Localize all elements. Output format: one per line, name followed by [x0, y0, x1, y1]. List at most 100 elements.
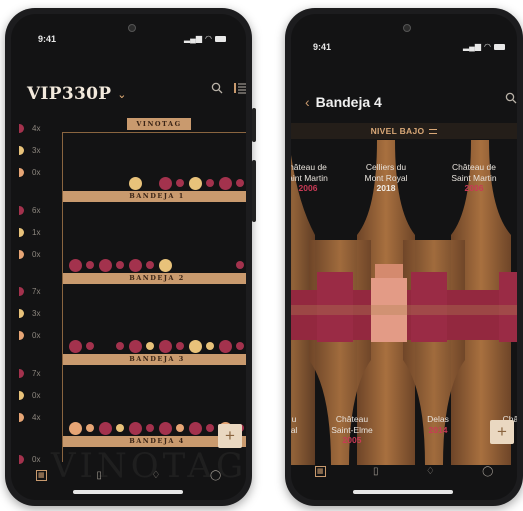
count-row: 3x: [19, 309, 40, 318]
signal-icon: ▂▄▆: [184, 34, 203, 43]
wine-label[interactable]: Delas 2014: [405, 414, 471, 435]
bottle-marker[interactable]: [129, 259, 142, 272]
cellar-selector[interactable]: VIP330P ⌄: [27, 84, 127, 104]
bottle-marker[interactable]: [176, 179, 184, 187]
bottle-marker[interactable]: [69, 259, 82, 272]
level-menu-icon: [429, 128, 438, 134]
count-value: 6x: [32, 206, 41, 215]
bottle-marker[interactable]: [189, 340, 202, 353]
bottle-marker[interactable]: [176, 424, 184, 432]
wine-type-icon: [19, 369, 24, 378]
search-icon[interactable]: [505, 92, 517, 107]
search-icon[interactable]: [211, 82, 223, 97]
bottle-marker[interactable]: [206, 342, 214, 350]
count-value: 3x: [32, 146, 41, 155]
bottle-marker[interactable]: [86, 261, 94, 269]
bottle-marker[interactable]: [116, 424, 124, 432]
wine-label[interactable]: Château de Saint Martin 2006: [441, 162, 507, 194]
bottle-marker[interactable]: [189, 422, 202, 435]
bottle-marker[interactable]: [159, 422, 172, 435]
status-icons: ▂▄▆ ◠: [463, 42, 505, 51]
bottle-marker[interactable]: [159, 340, 172, 353]
count-value: 7x: [32, 287, 41, 296]
shelf-label[interactable]: BANDEJA 2: [63, 273, 246, 284]
count-value: 3x: [32, 309, 41, 318]
bottle-marker[interactable]: [129, 340, 142, 353]
wifi-icon: ◠: [205, 34, 212, 43]
bottle-marker[interactable]: [176, 342, 184, 350]
cellar-icon[interactable]: ▦: [314, 465, 326, 477]
bottle-marker[interactable]: [159, 177, 172, 190]
wifi-icon: ◠: [484, 42, 491, 51]
brand-label: VINOTAG: [127, 118, 191, 130]
wine-label[interactable]: Château Saint-Elme 2005: [319, 414, 385, 446]
bottle-marker[interactable]: [99, 422, 112, 435]
bottle-marker[interactable]: [159, 259, 172, 272]
level-label: NIVEL BAJO: [370, 126, 425, 136]
count-value: 0x: [32, 391, 41, 400]
count-value: 0x: [32, 168, 41, 177]
bottle-icon[interactable]: ▯: [96, 470, 102, 481]
bottle-icon[interactable]: ▯: [373, 466, 379, 477]
count-value: 0x: [32, 250, 41, 259]
bottle-marker[interactable]: [69, 340, 82, 353]
level-selector[interactable]: NIVEL BAJO: [291, 123, 517, 139]
add-bottle-button[interactable]: +: [218, 424, 242, 448]
wine-label[interactable]: Celliers du Mont Royal 2018: [353, 162, 419, 194]
shelf-label[interactable]: BANDEJA 1: [63, 191, 246, 202]
bottle-marker[interactable]: [86, 424, 94, 432]
bottle-marker[interactable]: [99, 259, 112, 272]
chevron-left-icon: ‹: [305, 94, 310, 110]
bottle-marker[interactable]: [236, 261, 244, 269]
bottle-marker[interactable]: [69, 422, 82, 435]
bottle-marker[interactable]: [219, 340, 232, 353]
bottle-marker[interactable]: [236, 179, 244, 187]
bottle-marker[interactable]: [206, 424, 214, 432]
bottle-marker[interactable]: [236, 342, 244, 350]
cellar-icon[interactable]: ▦: [35, 469, 47, 481]
bottle-marker[interactable]: [189, 177, 202, 190]
shelf-label[interactable]: BANDEJA 3: [63, 354, 246, 365]
bottle-marker[interactable]: [146, 424, 154, 432]
user-icon[interactable]: ◯: [482, 466, 493, 477]
bottle-marker[interactable]: [129, 422, 142, 435]
bottle-marker[interactable]: [219, 177, 232, 190]
bottle-marker[interactable]: [146, 342, 154, 350]
wine-type-icon: [19, 331, 24, 340]
right-screen: 9:41 ▂▄▆ ◠ ‹ Bandeja 4 NIVEL BAJO hâteau…: [291, 14, 517, 500]
phone-side-button: [252, 160, 256, 222]
home-indicator: [353, 490, 453, 494]
bottle-marker[interactable]: [146, 261, 154, 269]
status-time: 9:41: [38, 34, 57, 44]
count-value: 7x: [32, 369, 41, 378]
signal-icon: ▂▄▆: [463, 42, 482, 51]
wine-name: Delas: [427, 414, 449, 424]
list-icon[interactable]: [234, 82, 246, 97]
wine-name: Saint Martin: [451, 172, 497, 183]
count-row: 0x: [19, 391, 40, 400]
home-indicator: [73, 490, 183, 494]
back-button[interactable]: ‹ Bandeja 4: [305, 94, 382, 110]
wine-vintage: 2018: [376, 183, 396, 193]
wine-name: Château: [335, 414, 369, 424]
bell-icon[interactable]: ♢: [151, 470, 160, 481]
add-bottle-button[interactable]: +: [490, 420, 514, 444]
bottle-marker[interactable]: [116, 342, 124, 350]
right-phone: 9:41 ▂▄▆ ◠ ‹ Bandeja 4 NIVEL BAJO hâteau…: [285, 8, 523, 506]
page-title: Bandeja 4: [315, 94, 382, 110]
count-row: 7x: [19, 287, 40, 296]
count-row: 0x: [19, 331, 40, 340]
bell-icon[interactable]: ♢: [426, 466, 435, 477]
wine-label[interactable]: hâteau de aint Martin 2006: [291, 162, 341, 194]
bottle-marker[interactable]: [116, 261, 124, 269]
wine-name: aint Martin: [291, 172, 328, 183]
bottle-marker[interactable]: [129, 177, 142, 190]
bottle-marker[interactable]: [206, 179, 214, 187]
wine-type-icon: [19, 250, 24, 259]
count-row: 6x: [19, 206, 40, 215]
wine-type-icon: [19, 168, 24, 177]
wine-type-icon: [19, 206, 24, 215]
wine-type-icon: [19, 413, 24, 422]
user-icon[interactable]: ◯: [210, 470, 221, 481]
bottle-marker[interactable]: [86, 342, 94, 350]
